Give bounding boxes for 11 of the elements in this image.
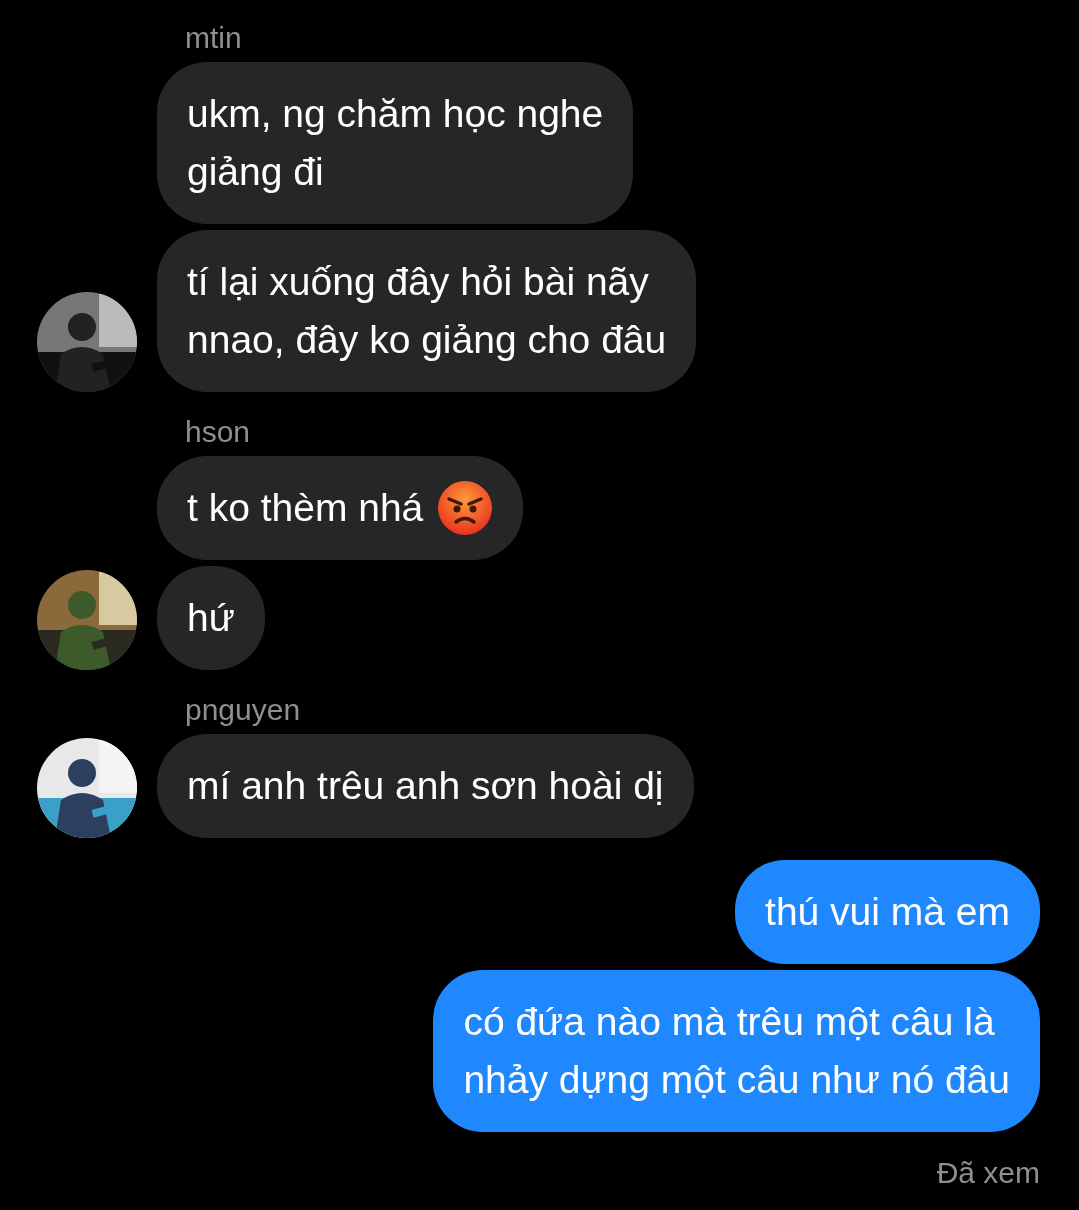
message-text: ukm, ng chăm học nghe giảng đi [187,91,604,195]
sender-name: pnguyen [185,692,301,728]
message-text: có đứa nào mà trêu một câu là nhảy dựng một câu như nó đâu [463,999,1010,1103]
message-text: mí anh trêu anh sơn hoài dị [187,763,664,809]
message-text: tí lại xuống đây hỏi bài nãy nnao, đây ko giảng cho đâu [187,259,667,363]
read-receipt: Đã xem [936,1156,1040,1190]
message-text: hứ [187,595,235,641]
message-text: t ko thèm nhá [187,485,424,531]
sender-name: mtin [185,20,242,56]
sender-name: hson [185,414,251,450]
message-text: thú vui mà em [765,889,1010,935]
